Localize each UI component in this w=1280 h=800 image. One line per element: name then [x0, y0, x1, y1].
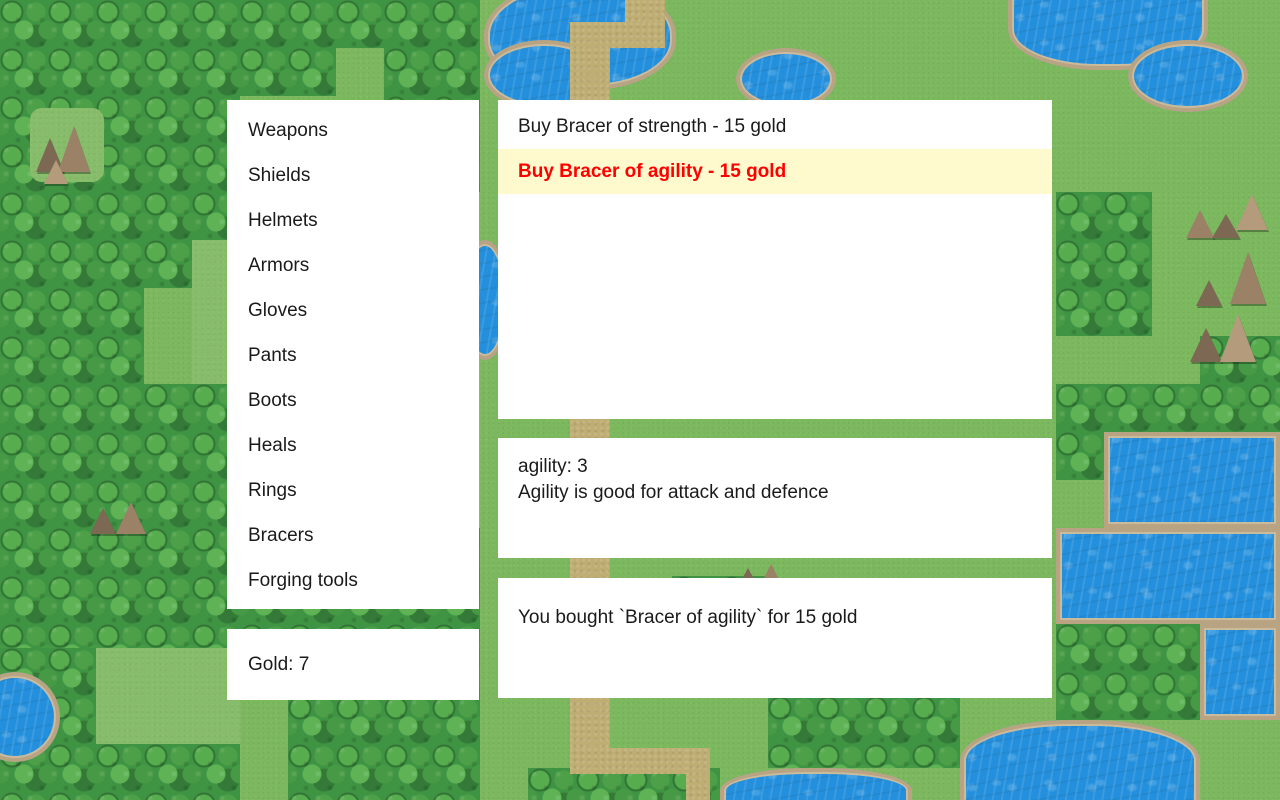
category-menu-panel: Weapons Shields Helmets Armors Gloves Pa…: [227, 100, 479, 609]
mountain-sprite: [1232, 186, 1280, 230]
item-description-panel: agility: 3 Agility is good for attack an…: [498, 438, 1052, 558]
mountain-sprite: [1190, 310, 1262, 362]
menu-item-pants[interactable]: Pants: [227, 333, 479, 378]
water-body: [1056, 528, 1280, 624]
item-stat-line: agility: 3: [518, 456, 588, 477]
menu-item-weapons[interactable]: Weapons: [227, 108, 479, 153]
shop-item-bracer-of-strength[interactable]: Buy Bracer of strength - 15 gold: [498, 104, 1052, 149]
purchase-message: You bought `Bracer of agility` for 15 go…: [518, 607, 858, 628]
menu-item-shields[interactable]: Shields: [227, 153, 479, 198]
water-body: [960, 720, 1200, 800]
mountain-sprite: [1226, 240, 1280, 304]
forest-region: [1056, 192, 1152, 336]
menu-item-boots[interactable]: Boots: [227, 378, 479, 423]
message-panel: You bought `Bracer of agility` for 15 go…: [498, 578, 1052, 698]
gold-panel: Gold: 7: [227, 629, 479, 700]
forest-region: [1056, 624, 1200, 720]
item-description-line: Agility is good for attack and defence: [518, 482, 829, 503]
menu-item-rings[interactable]: Rings: [227, 468, 479, 513]
forest-region: [768, 696, 960, 768]
forest-region: [336, 0, 384, 48]
menu-item-armors[interactable]: Armors: [227, 243, 479, 288]
gold-amount-label: Gold: 7: [248, 654, 310, 675]
menu-item-gloves[interactable]: Gloves: [227, 288, 479, 333]
menu-item-bracers[interactable]: Bracers: [227, 513, 479, 558]
mountain-sprite: [90, 492, 160, 534]
dirt-path: [570, 22, 665, 48]
water-body: [1104, 432, 1280, 528]
forest-region: [240, 0, 336, 96]
water-body: [720, 768, 912, 800]
dirt-path: [686, 748, 710, 800]
water-body: [1200, 624, 1280, 720]
menu-item-helmets[interactable]: Helmets: [227, 198, 479, 243]
shop-items-panel: Buy Bracer of strength - 15 gold Buy Bra…: [498, 100, 1052, 419]
shop-item-bracer-of-agility[interactable]: Buy Bracer of agility - 15 gold: [498, 149, 1052, 194]
dirt-path: [625, 0, 665, 22]
grass-clearing: [96, 648, 240, 744]
menu-item-heals[interactable]: Heals: [227, 423, 479, 468]
mountain-sprite: [34, 112, 100, 184]
forest-region: [144, 240, 192, 288]
water-body: [1128, 40, 1248, 112]
menu-item-forging-tools[interactable]: Forging tools: [227, 558, 479, 603]
forest-region: [0, 240, 144, 528]
